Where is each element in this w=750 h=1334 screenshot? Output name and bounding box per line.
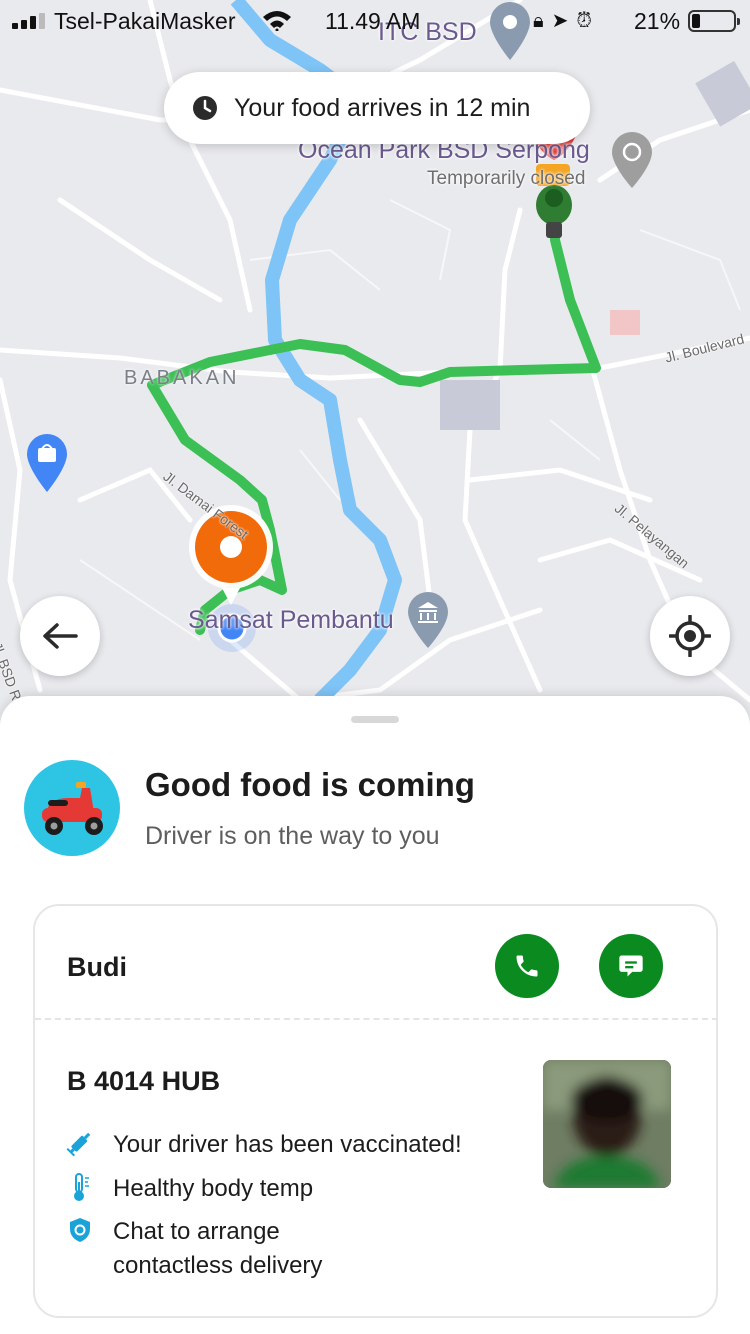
drag-handle[interactable] — [351, 716, 399, 723]
orientation-lock-icon: 🔒︎ — [533, 10, 552, 32]
recenter-location-button[interactable] — [650, 596, 730, 676]
location-arrow-icon: ➤ — [551, 10, 577, 32]
place-status-label: Temporarily closed — [427, 168, 586, 189]
signal-strength-icon — [12, 13, 45, 29]
system-status-icons: 🔒︎➤⏰︎ — [533, 8, 600, 33]
syringe-icon — [65, 1128, 95, 1158]
battery-percentage: 21% — [634, 8, 681, 34]
clock-time: 11.49 AM — [325, 8, 421, 34]
crosshair-icon — [669, 615, 711, 657]
back-button[interactable] — [20, 596, 100, 676]
place-label-destination[interactable]: Samsat Pembantu — [188, 606, 394, 635]
card-divider — [35, 1018, 718, 1020]
chat-driver-button[interactable] — [599, 934, 663, 998]
scooter-icon — [24, 760, 120, 856]
status-bar: Tsel-PakaiMasker 11.49 AM 🔒︎➤⏰︎ 21% — [0, 0, 750, 40]
government-building-marker-icon[interactable] — [408, 592, 448, 648]
battery-icon — [688, 10, 740, 32]
vehicle-plate-number: B 4014 HUB — [67, 1066, 221, 1096]
feature-text: Chat to arrange contactless delivery — [113, 1218, 323, 1279]
amusement-park-marker-icon[interactable] — [612, 132, 652, 188]
eta-banner: Your food arrives in 12 min — [164, 72, 590, 144]
map-block — [695, 60, 750, 127]
order-status-sheet[interactable]: Good food is coming Driver is on the way… — [0, 696, 750, 1334]
shield-icon — [65, 1215, 95, 1245]
call-driver-button[interactable] — [495, 934, 559, 998]
feature-vaccinated: Your driver has been vaccinated! — [65, 1128, 462, 1162]
thermometer-icon — [65, 1172, 95, 1202]
shopping-marker-icon[interactable] — [27, 434, 67, 492]
area-label-babakan: BABAKAN — [124, 367, 240, 389]
carrier-name: Tsel-PakaiMasker — [54, 8, 236, 34]
battery-fill — [692, 14, 700, 28]
feature-text: Your driver has been vaccinated! — [113, 1131, 462, 1158]
clock-icon — [193, 96, 217, 120]
phone-icon — [516, 955, 538, 977]
driver-photo — [543, 1060, 671, 1188]
map-block — [440, 380, 500, 430]
wifi-icon — [263, 11, 291, 31]
driver-name: Budi — [67, 952, 127, 982]
feature-contactless: Chat to arrange contactless delivery — [65, 1215, 322, 1283]
map-block — [610, 310, 640, 335]
arrow-left-icon — [43, 623, 78, 649]
feature-text: Healthy body temp — [113, 1175, 314, 1202]
alarm-icon: ⏰︎ — [576, 10, 601, 32]
driver-card: Budi B 4014 HUB Your driver has been vac… — [33, 904, 718, 1318]
feature-body-temp: Healthy body temp — [65, 1172, 313, 1206]
status-title: Good food is coming — [145, 766, 475, 803]
eta-text: Your food arrives in 12 min — [234, 93, 531, 122]
status-subtitle: Driver is on the way to you — [145, 822, 440, 850]
chat-bubble-icon — [619, 955, 643, 977]
map-view[interactable]: ITC BSD Ocean Park BSD Serpong Temporari… — [0, 0, 750, 730]
